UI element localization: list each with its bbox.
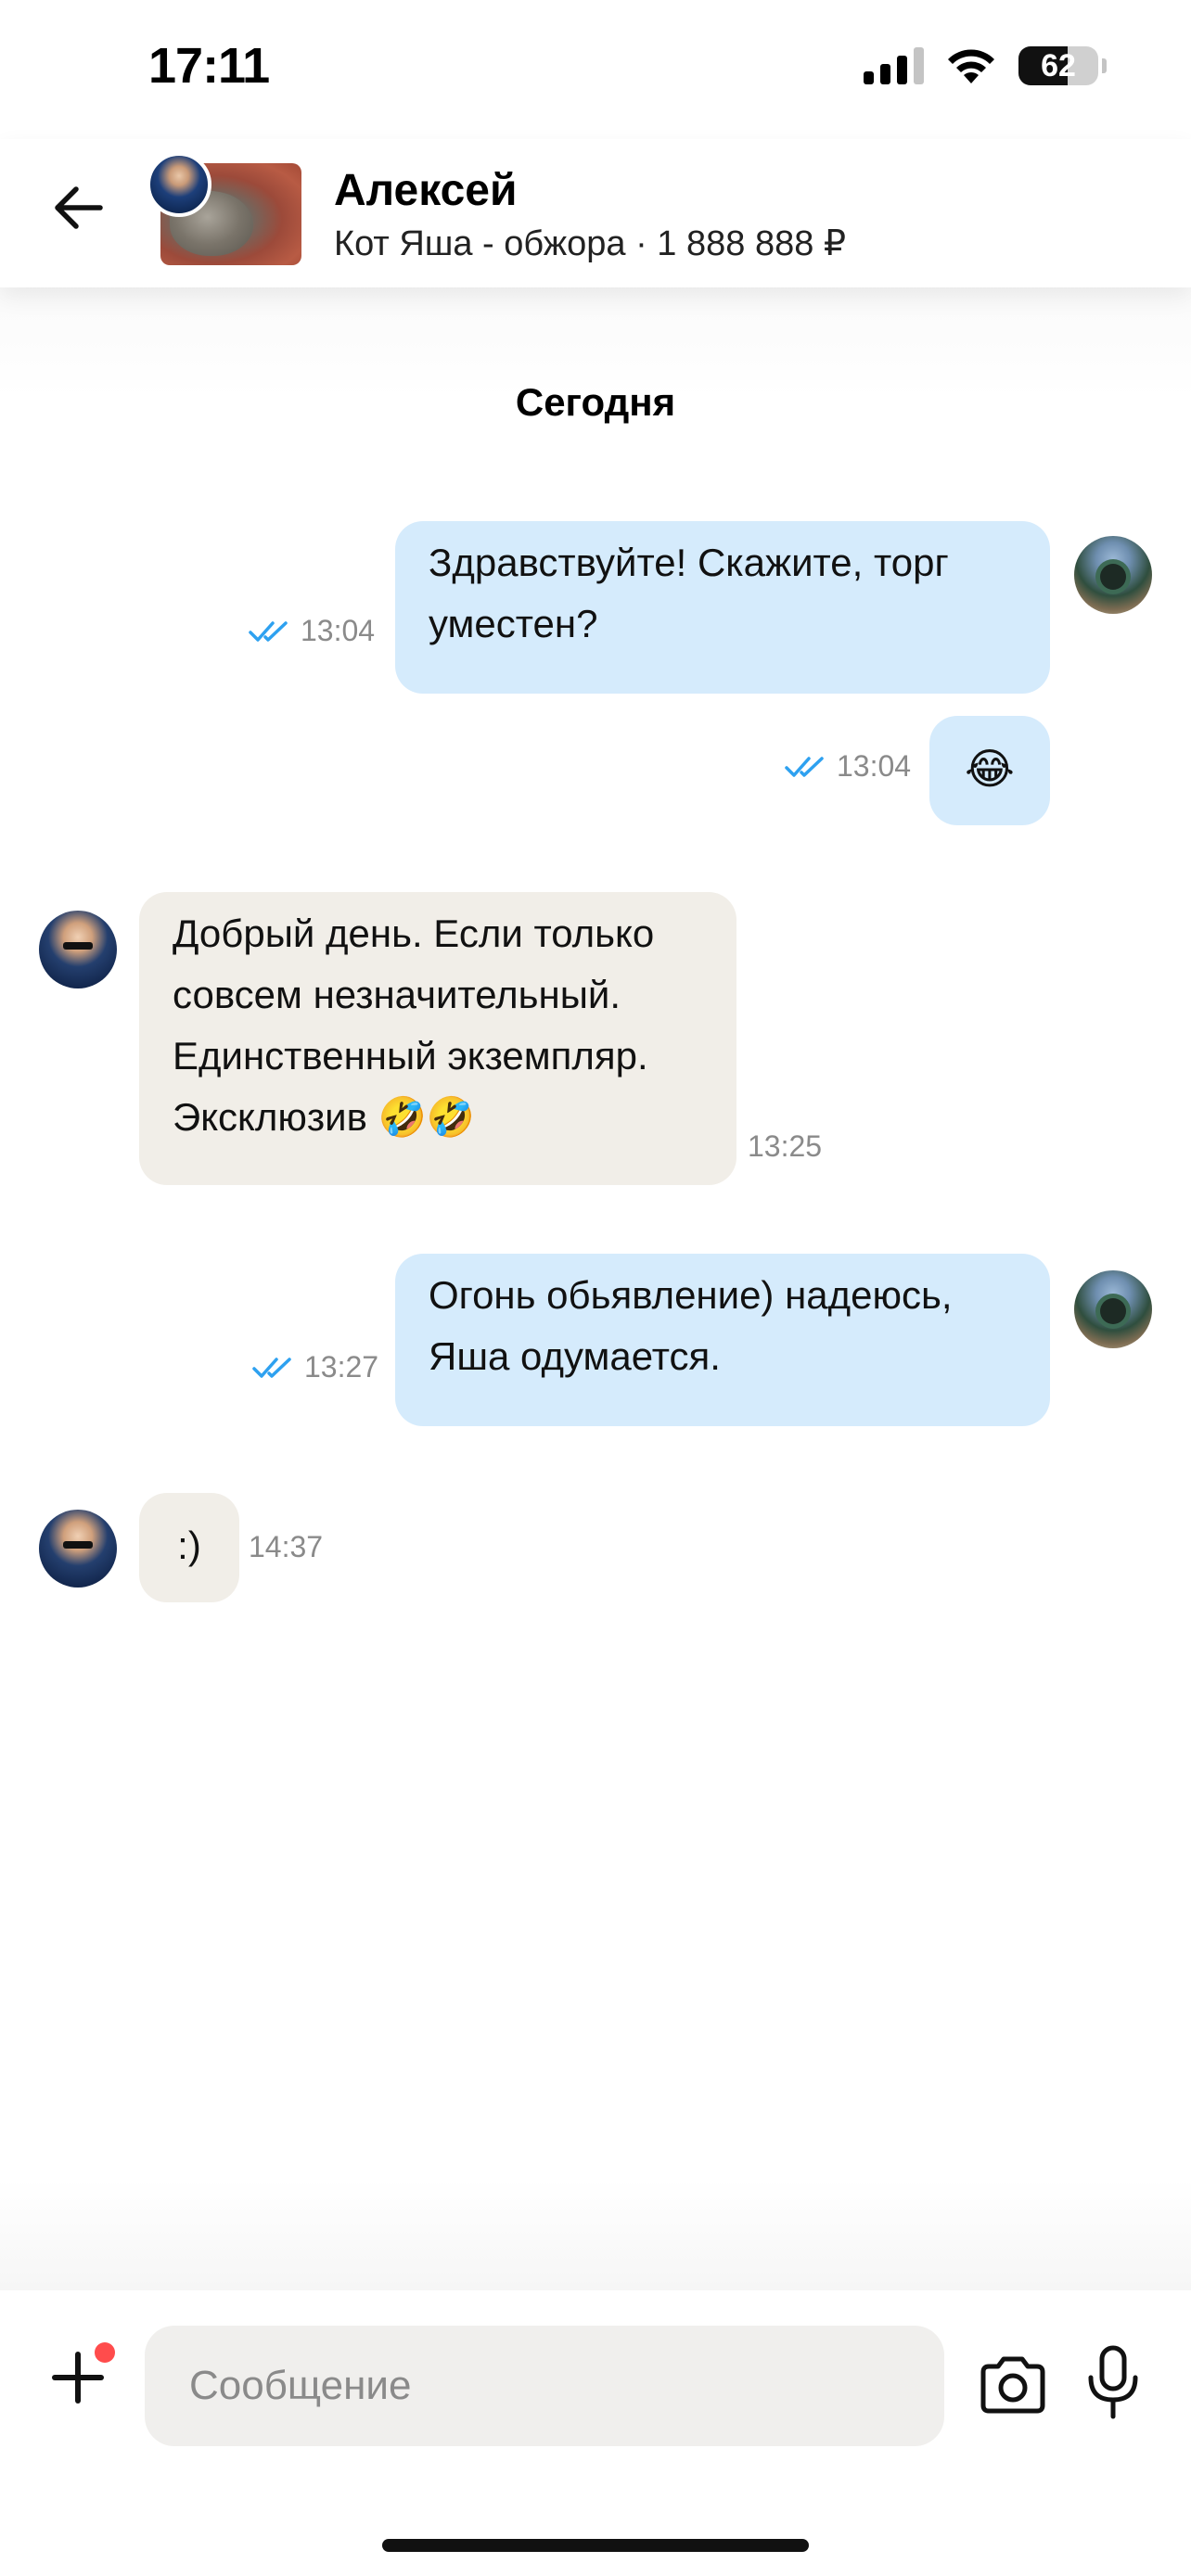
seller-avatar[interactable] — [39, 911, 117, 988]
battery-level: 62 — [1041, 47, 1076, 83]
message-meta: 14:37 — [249, 1530, 323, 1564]
message-text: :) — [177, 1524, 201, 1567]
message-bubble-incoming[interactable]: Добрый день. Если только совсем незначит… — [139, 892, 736, 1185]
seller-avatar[interactable] — [39, 1510, 117, 1588]
message-time: 14:37 — [249, 1530, 324, 1563]
status-bar: 17:11 62 — [0, 0, 1191, 139]
message-meta: 13:04 — [785, 749, 911, 784]
wifi-icon — [944, 46, 998, 85]
date-separator: Сегодня — [515, 380, 676, 424]
message-time: 13:25 — [748, 1129, 823, 1163]
microphone-icon — [1088, 2345, 1138, 2419]
message-meta: 13:04 — [249, 614, 375, 648]
message-list[interactable]: Сегодня 13:04 Здравствуйте! Скажите, тор… — [0, 287, 1191, 2290]
message-meta: 13:27 — [252, 1350, 378, 1384]
message-bubble-outgoing[interactable]: Здравствуйте! Скажите, торг уместен? — [395, 521, 1050, 694]
message-text-line: уместен? — [429, 602, 598, 645]
message-input[interactable] — [145, 2326, 944, 2446]
message-composer — [0, 2290, 1191, 2576]
notification-dot — [95, 2342, 115, 2363]
home-indicator — [382, 2539, 809, 2552]
microphone-button[interactable] — [1080, 2342, 1146, 2424]
camera-button[interactable] — [976, 2348, 1050, 2422]
status-time: 17:11 — [148, 38, 270, 94]
message-text-line: Огонь обьявление) надеюсь, — [429, 1273, 953, 1317]
my-avatar[interactable] — [1074, 536, 1152, 614]
status-indicators: 62 — [864, 46, 1107, 85]
message-bubble-incoming[interactable]: :) — [139, 1493, 239, 1602]
double-check-icon — [785, 756, 824, 777]
listing-subtitle[interactable]: Кот Яша - обжора · 1 888 888 ₽ — [334, 223, 846, 264]
message-time: 13:04 — [837, 749, 912, 783]
double-check-icon — [249, 620, 288, 642]
message-text-line: совсем незначительный. — [173, 973, 621, 1016]
message-text-line: Добрый день. Если только — [173, 912, 655, 955]
back-arrow-icon — [55, 186, 103, 229]
message-text-line: Яша одумается. — [429, 1334, 721, 1378]
message-meta: 13:25 — [748, 1129, 822, 1164]
message-bubble-outgoing[interactable]: 😂 — [929, 716, 1050, 825]
my-avatar[interactable] — [1074, 1270, 1152, 1348]
message-emoji: 😂 — [965, 744, 1015, 794]
double-check-icon — [252, 1357, 291, 1378]
message-text-line: Единственный экземпляр. — [173, 1034, 648, 1078]
camera-icon — [980, 2356, 1045, 2414]
chat-header: Алексей Кот Яша - обжора · 1 888 888 ₽ — [0, 139, 1191, 287]
message-time: 13:27 — [304, 1350, 379, 1384]
back-button[interactable] — [46, 176, 109, 239]
message-text-line: Эксклюзив 🤣🤣 — [173, 1095, 476, 1139]
seller-avatar[interactable] — [147, 152, 211, 217]
message-text-line: Здравствуйте! Скажите, торг — [429, 541, 949, 584]
contact-name[interactable]: Алексей — [334, 165, 518, 216]
battery-icon: 62 — [1018, 46, 1107, 85]
signal-icon — [864, 47, 924, 84]
message-time: 13:04 — [301, 614, 376, 647]
message-bubble-outgoing[interactable]: Огонь обьявление) надеюсь, Яша одумается… — [395, 1254, 1050, 1426]
